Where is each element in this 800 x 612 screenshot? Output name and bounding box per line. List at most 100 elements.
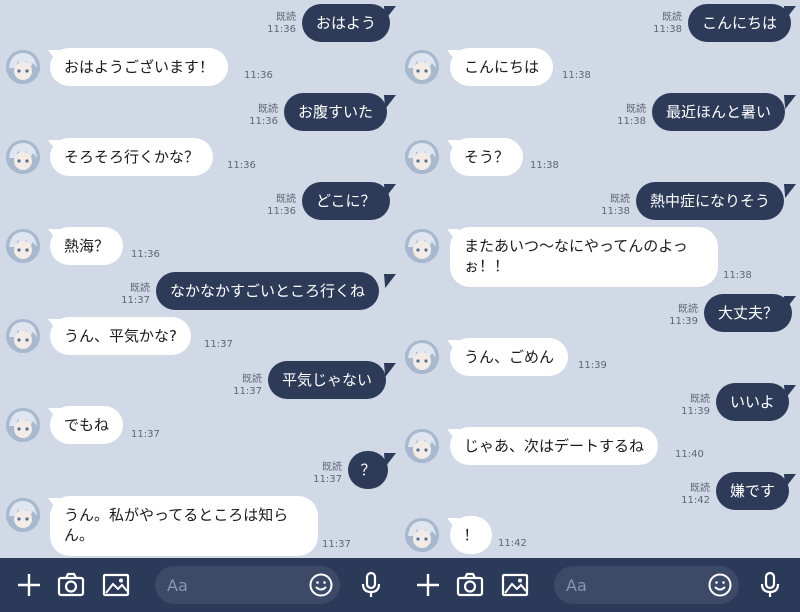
read-receipt: 既読 [322, 462, 342, 473]
microphone-icon[interactable] [356, 570, 386, 600]
smiley-icon[interactable] [308, 572, 334, 598]
chat-history[interactable]: 既読 11:38 こんにちは こんにちは 11:38 既読 11:38 最近ほん… [400, 0, 800, 558]
message-time: 11:36 [249, 116, 278, 127]
message-bubble[interactable]: 平気じゃない [268, 361, 387, 399]
chat-pane-right: 既読 11:38 こんにちは こんにちは 11:38 既読 11:38 最近ほん… [400, 0, 800, 612]
message-bubble[interactable]: 大丈夫？ [704, 294, 793, 332]
microphone-icon[interactable] [755, 570, 785, 600]
message-time: 11:37 [233, 386, 262, 397]
image-icon[interactable] [500, 570, 530, 600]
bubble-tail [384, 184, 396, 198]
message-time: 11:37 [121, 295, 150, 306]
read-receipt: 既読 [662, 12, 682, 23]
read-receipt: 既読 [678, 304, 698, 315]
bubble-tail [784, 474, 796, 488]
read-receipt: 既読 [610, 194, 630, 205]
message-bubble[interactable]: ！ [450, 516, 492, 554]
avatar[interactable] [6, 229, 40, 263]
avatar[interactable] [405, 140, 439, 174]
message-time: 11:37 [204, 339, 233, 350]
message-time: 11:36 [227, 160, 256, 171]
message-bubble[interactable]: 最近ほんと暑い [652, 93, 786, 131]
avatar[interactable] [6, 50, 40, 84]
read-receipt: 既読 [626, 104, 646, 115]
avatar[interactable] [6, 319, 40, 353]
message-time: 11:38 [723, 270, 752, 281]
avatar[interactable] [405, 229, 439, 263]
read-receipt: 既読 [258, 104, 278, 115]
camera-icon[interactable] [56, 570, 86, 600]
bubble-tail [784, 95, 796, 109]
message-time: 11:36 [267, 24, 296, 35]
chat-pane-left: 既読 11:36 おはよう おはようございます！ 11:36 既読 11:36 … [0, 0, 400, 612]
message-time: 11:36 [267, 206, 296, 217]
read-receipt: 既読 [130, 283, 150, 294]
message-time: 11:38 [562, 70, 591, 81]
avatar[interactable] [405, 50, 439, 84]
message-bubble[interactable]: おはよう [302, 4, 391, 42]
message-bubble[interactable]: じゃあ、次はデートするね [450, 427, 659, 465]
message-bubble[interactable]: 熱海？ [50, 227, 124, 265]
message-bubble[interactable]: うん、平気かな? [50, 317, 191, 355]
message-toolbar [400, 558, 800, 612]
avatar[interactable] [6, 498, 40, 532]
message-input-box [155, 566, 340, 604]
smiley-icon[interactable] [707, 572, 733, 598]
message-bubble[interactable]: 熱中症になりそう [636, 182, 785, 220]
message-time: 11:36 [244, 70, 273, 81]
message-bubble[interactable]: またあいつ〜なにやってんのよっぉ！！ [450, 227, 718, 287]
message-time: 11:39 [681, 406, 710, 417]
avatar[interactable] [405, 518, 439, 552]
message-time: 11:40 [675, 449, 704, 460]
message-bubble[interactable]: どこに？ [302, 182, 390, 220]
message-input-box [554, 566, 739, 604]
read-receipt: 既読 [242, 374, 262, 385]
bubble-tail [784, 184, 796, 198]
message-bubble[interactable]: 嫌です [716, 472, 790, 510]
message-bubble[interactable]: うん、ごめん [450, 338, 569, 376]
message-bubble[interactable]: そう？ [450, 138, 524, 176]
message-time: 11:37 [322, 539, 351, 550]
message-time: 11:37 [131, 429, 160, 440]
message-bubble[interactable]: ？ [348, 451, 388, 489]
message-toolbar [0, 558, 400, 612]
message-bubble[interactable]: おはようございます！ [50, 48, 229, 86]
chat-history[interactable]: 既読 11:36 おはよう おはようございます！ 11:36 既読 11:36 … [0, 0, 400, 558]
message-bubble[interactable]: お腹すいた [284, 93, 388, 131]
avatar[interactable] [405, 340, 439, 374]
message-time: 11:42 [681, 495, 710, 506]
message-time: 11:38 [601, 206, 630, 217]
message-bubble[interactable]: いいよ [716, 383, 789, 421]
read-receipt: 既読 [690, 394, 710, 405]
plus-icon[interactable] [413, 570, 443, 600]
message-time: 11:39 [669, 316, 698, 327]
bubble-tail [384, 363, 396, 377]
read-receipt: 既読 [690, 483, 710, 494]
read-receipt: 既読 [276, 12, 296, 23]
camera-icon[interactable] [455, 570, 485, 600]
message-bubble[interactable]: うん。私がやってるところは知らん。 [50, 496, 318, 556]
message-bubble[interactable]: なかなかすごいところ行くね [156, 272, 380, 310]
message-time: 11:38 [530, 160, 559, 171]
image-icon[interactable] [101, 570, 131, 600]
message-bubble[interactable]: でもね [50, 406, 124, 444]
message-input[interactable] [566, 572, 696, 598]
message-time: 11:39 [578, 360, 607, 371]
avatar[interactable] [6, 140, 40, 174]
bubble-tail [384, 274, 396, 288]
read-receipt: 既読 [276, 194, 296, 205]
message-input[interactable] [167, 572, 297, 598]
message-time: 11:42 [498, 538, 527, 549]
message-bubble[interactable]: こんにちは [688, 4, 792, 42]
message-time: 11:36 [131, 249, 160, 260]
message-time: 11:38 [617, 116, 646, 127]
message-bubble[interactable]: こんにちは [450, 48, 554, 86]
avatar[interactable] [405, 429, 439, 463]
message-bubble[interactable]: そろそろ行くかな？ [50, 138, 214, 176]
bubble-tail [384, 95, 396, 109]
message-time: 11:37 [313, 474, 342, 485]
avatar[interactable] [6, 408, 40, 442]
bubble-tail [384, 6, 396, 20]
plus-icon[interactable] [14, 570, 44, 600]
message-time: 11:38 [653, 24, 682, 35]
